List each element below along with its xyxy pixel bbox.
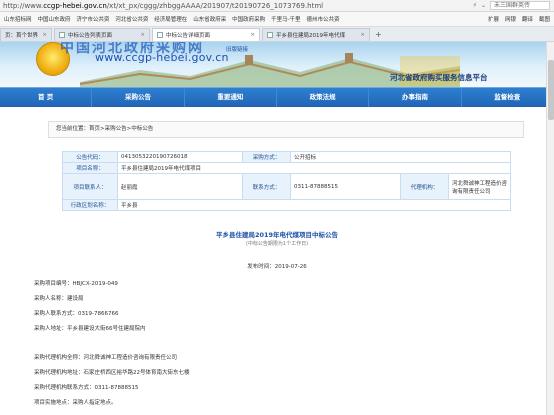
extensions-button[interactable]: 扩展 [488, 15, 499, 23]
detail-line: 采购人名称：建设局 [34, 296, 84, 302]
detail-line: 采购项目编号：HBJCX-2019-049 [34, 281, 118, 287]
value-contact-phone: 0311-87888515 [290, 173, 401, 200]
translate-button[interactable]: 翻译 [522, 15, 533, 23]
value-project-name: 平乡县住建局2019年电代煤项目 [117, 162, 511, 174]
value-contact-person: 赵丽霞 [117, 173, 243, 200]
nav-item-announcements[interactable]: 采购公告 [92, 88, 185, 107]
detail-line: 采购代理机构全称：河北舜诚神工程造价咨询有限责任公司 [34, 355, 178, 361]
vertical-scrollbar[interactable] [546, 42, 554, 415]
bookmark-item[interactable]: 山东省政府采 [193, 17, 226, 23]
tab[interactable]: 中标公告列表页面 × [54, 28, 150, 41]
address-bar-right: ⚡ ⌄ 未三国群英传 [473, 1, 554, 10]
publish-date-value: 2019-07-26 [274, 264, 307, 270]
label-region: 行政区划名称： [62, 199, 118, 211]
tab-label: 中标公告详细页面 [166, 33, 211, 39]
bank-button[interactable]: 网银 [505, 15, 516, 23]
nav-item-policies[interactable]: 政策法规 [277, 88, 370, 107]
search-placeholder: 未三国群英传 [494, 2, 531, 9]
project-info-table: 公告代码： 0413053220190726018 采购方式： 公开招标 项目名… [62, 151, 511, 211]
new-tab-button[interactable]: + [372, 28, 385, 41]
nav-item-guide[interactable]: 办事指南 [369, 88, 462, 107]
label-project-name: 项目名称： [62, 162, 118, 174]
tab-label: 页：首个世界 [5, 33, 39, 39]
lightning-icon[interactable]: ⚡ [473, 2, 477, 9]
publish-date: 发布时间：2019-07-26 [0, 262, 554, 270]
url-prefix: http://www. [3, 1, 44, 10]
bookmark-item[interactable]: 千里马-千里 [271, 17, 301, 23]
value-region: 平乡县 [117, 199, 511, 211]
value-procurement-method: 公开招标 [290, 151, 511, 163]
search-box[interactable]: 未三国群英传 [490, 1, 550, 10]
site-url: www.ccgp-hebei.gov.cn [95, 51, 229, 64]
table-row: 公告代码： 0413053220190726018 采购方式： 公开招标 [62, 151, 511, 163]
label-contact-phone: 联系方式： [242, 173, 291, 200]
main-nav: 首 页 采购公告 重要通知 政策法规 办事指南 监督检查 [0, 87, 554, 107]
tab-label: 平乡县住建局2019年电代煤 [276, 33, 345, 39]
bookmark-item[interactable]: 济宁市公共资 [76, 17, 109, 23]
url-text[interactable]: http://www.ccgp-hebei.gov.cn/xt/xt_px/cg… [3, 2, 323, 10]
breadcrumb: 您当前位置：首页>采购公告>中标公告 [48, 121, 524, 138]
announcement-title: 平乡县住建局2019年电代煤项目中标公告 [215, 231, 339, 239]
announcement-subtitle: (中标公告期限为1个工作日) [245, 241, 309, 247]
close-icon[interactable]: × [39, 32, 47, 38]
close-icon[interactable]: × [247, 32, 255, 38]
site-banner: 中国河北政府采购网 www.ccgp-hebei.gov.cn 旧版链接 河北省… [0, 42, 554, 87]
old-version-link[interactable]: 旧版链接 [226, 45, 248, 53]
platform-title: 河北省政府购买服务信息平台 [390, 73, 488, 82]
table-row: 行政区划名称： 平乡县 [62, 199, 511, 211]
page-icon [59, 32, 65, 38]
chevron-down-icon[interactable]: ⌄ [481, 2, 486, 9]
bookmark-item[interactable]: 德州市公共资 [306, 17, 339, 23]
detail-line: 采购代理机构联系方式：0311-87888515 [34, 385, 139, 391]
bookmark-item[interactable]: 中国山东政府 [37, 17, 70, 23]
close-icon[interactable]: × [137, 32, 145, 38]
tab-strip: 页：首个世界 × 中标公告列表页面 × 中标公告详细页面 × 平乡县住建局2019年电… [0, 27, 554, 42]
url-path: /xt/xt_px/cggg/zhbggAAAA/201907/t2019072… [106, 1, 324, 10]
nav-item-notices[interactable]: 重要通知 [185, 88, 277, 107]
detail-line: 采购人地址：平乡县建设大街66号住建局院内 [34, 326, 146, 332]
screenshot-button[interactable]: 截图 [539, 15, 550, 23]
bookmarks-bar: 山东招标网 中国山东政府 济宁市公共资 河北省公共资 经济局管理在 山东省政府采… [0, 12, 554, 27]
tab-label: 中标公告列表页面 [68, 33, 113, 39]
page-icon [157, 32, 163, 38]
page-icon [267, 32, 273, 38]
value-announcement-code: 0413053220190726018 [117, 151, 243, 163]
value-agency: 河北舜诚神工程造价咨询有限责任公司 [448, 173, 511, 200]
publish-date-label: 发布时间： [247, 264, 275, 270]
nav-item-supervision[interactable]: 监督检查 [462, 88, 554, 107]
label-announcement-code: 公告代码： [62, 151, 118, 163]
label-agency: 代理机构： [400, 173, 449, 200]
address-bar[interactable]: http://www.ccgp-hebei.gov.cn/xt/xt_px/cg… [0, 0, 554, 12]
table-row: 项目名称： 平乡县住建局2019年电代煤项目 [62, 162, 511, 174]
url-host: ccgp-hebei.gov.cn [43, 1, 107, 10]
tab[interactable]: 平乡县住建局2019年电代煤 × [262, 28, 370, 41]
tab[interactable]: 页：首个世界 × [0, 28, 52, 41]
label-procurement-method: 采购方式： [242, 151, 291, 163]
tab-active[interactable]: 中标公告详细页面 × [152, 28, 260, 41]
bookmark-item[interactable]: 经济局管理在 [154, 17, 187, 23]
detail-line: 采购代理机构地址：石家庄桥西区裕华路22号体育南大街东七楼 [34, 370, 190, 376]
table-row: 项目联系人： 赵丽霞 联系方式： 0311-87888515 代理机构： 河北舜… [62, 173, 511, 200]
label-contact-person: 项目联系人： [62, 173, 118, 200]
scrollbar-thumb[interactable] [548, 60, 554, 120]
detail-line: 项目实施地点：采购人指定地点。 [34, 400, 117, 406]
bookmark-item[interactable]: 中国政府采购 [232, 17, 265, 23]
nav-item-home[interactable]: 首 页 [0, 88, 93, 107]
bookmark-item[interactable]: 河北省公共资 [115, 17, 148, 23]
bookmark-item[interactable]: 山东招标网 [4, 17, 32, 23]
detail-line: 采购人联系方式：0319-7866766 [34, 311, 119, 317]
close-icon[interactable]: × [357, 32, 365, 38]
